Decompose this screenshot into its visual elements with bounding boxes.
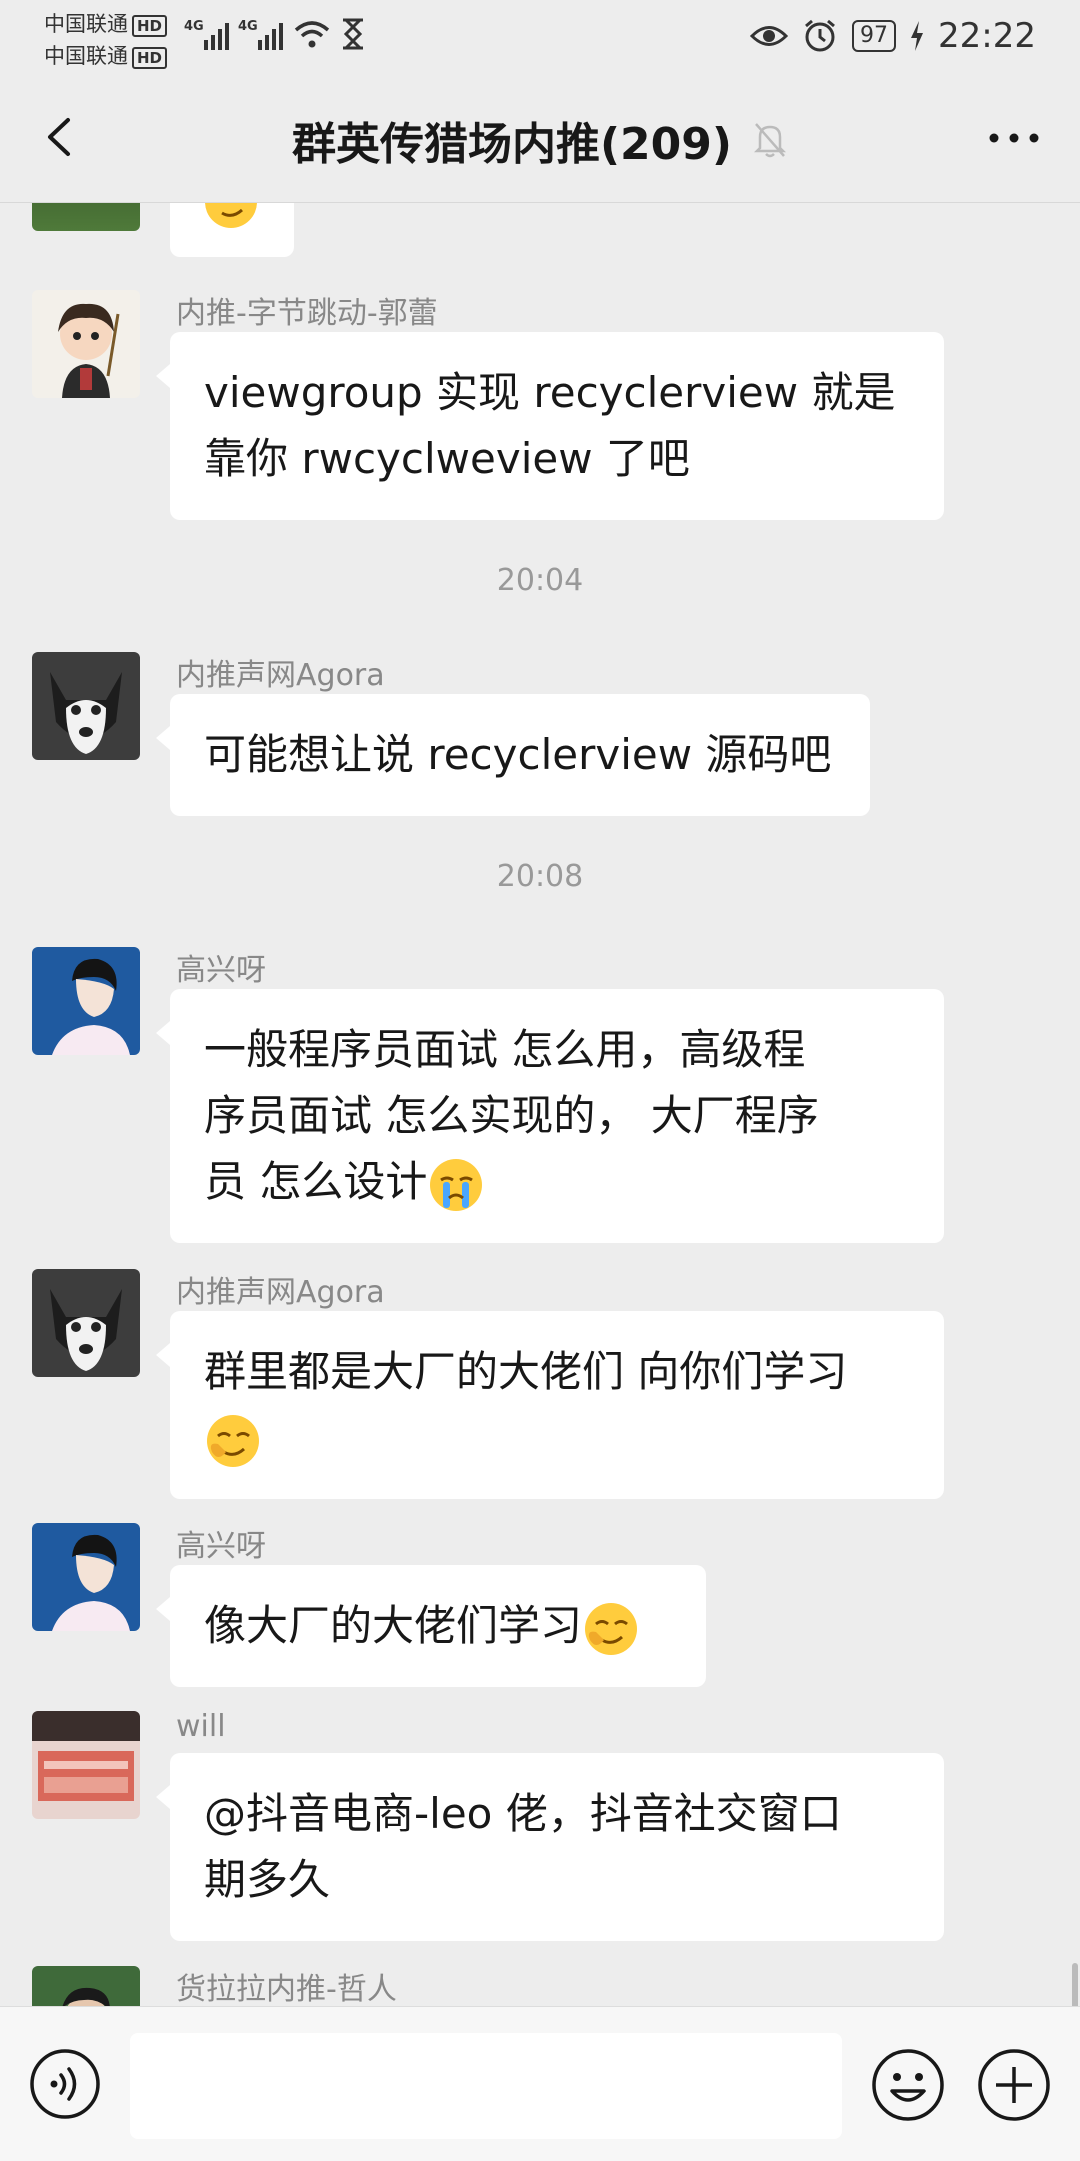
sender-name: 货拉拉内推-哲人 (176, 1972, 397, 2006)
avatar[interactable] (32, 947, 140, 1055)
message-bubble[interactable]: @抖音电商-leo 佬，抖音社交窗口 期多久 (156, 1753, 944, 1941)
chat-title: 群英传猎场内推(209) (291, 119, 733, 170)
smirk-emoji (207, 1414, 259, 1467)
carrier-1: 中国联通 HD (44, 8, 168, 38)
message-list[interactable]: 内推-字节跳动-郭蕾 viewgroup 实现 recyclerview 就是 … (0, 203, 1080, 2006)
message-line: 期多久 (204, 1855, 331, 1904)
message-bubble[interactable]: 一般程序员面试 怎么用，高级程 序员面试 怎么实现的， 大厂程序 员 怎么设计 (156, 989, 944, 1243)
avatar-image (32, 1269, 140, 1377)
hd-badge-2: HD (132, 47, 168, 69)
title-area: 群英传猎场内推(209) (0, 108, 1080, 172)
plus-icon[interactable] (976, 2047, 1052, 2123)
message-line: 可能想让说 recyclerview 源码吧 (204, 730, 832, 779)
avatar[interactable] (32, 203, 140, 231)
message-line: 员 怎么设计 (204, 1157, 428, 1206)
avatar[interactable] (32, 290, 140, 398)
avatar[interactable] (32, 1523, 140, 1631)
input-bar (0, 2006, 1080, 2161)
message-line: 一般程序员面试 怎么用，高级程 (204, 1025, 806, 1074)
message-line: 群里都是大厂的大佬们 向你们学习 (204, 1347, 848, 1396)
avatar-image (32, 290, 140, 398)
sender-name: 内推-字节跳动-郭蕾 (176, 296, 438, 331)
battery-level: 97 (852, 20, 897, 52)
message-line: 像大厂的大佬们学习 (204, 1601, 583, 1650)
avatar[interactable] (32, 652, 140, 760)
hd-badge: HD (132, 15, 168, 37)
message-input[interactable] (130, 2033, 842, 2139)
wifi-icon (294, 21, 330, 48)
sender-name: will (176, 1709, 226, 1744)
charging-icon (911, 21, 924, 51)
message-line: viewgroup 实现 recyclerview 就是 (204, 368, 896, 417)
status-right: 97 22:22 (750, 14, 1036, 58)
message-line: 靠你 rwcyclweview 了吧 (204, 434, 690, 483)
message-bubble[interactable]: 可能想让说 recyclerview 源码吧 (156, 694, 870, 816)
voice-icon[interactable] (28, 2047, 102, 2121)
message-bubble[interactable] (170, 203, 294, 257)
avatar-image (32, 652, 140, 760)
sender-name: 内推声网Agora (176, 658, 385, 693)
avatar-image (32, 1966, 140, 2006)
svg-text:4G: 4G (238, 19, 258, 34)
alarm-icon (805, 19, 835, 52)
message-bubble[interactable]: 像大厂的大佬们学习 (156, 1565, 706, 1687)
avatar-image (32, 1523, 140, 1631)
sender-name: 高兴呀 (176, 953, 266, 988)
avatar[interactable] (32, 1711, 140, 1819)
status-bar: 中国联通 HD 中国联通 HD 4G 4G 97 22:22 (0, 0, 1080, 72)
scrollbar-thumb[interactable] (1072, 1963, 1078, 2006)
mute-bell-icon (754, 123, 787, 158)
timestamp: 20:04 (496, 563, 584, 598)
more-icon[interactable] (984, 118, 1044, 158)
clock: 22:22 (938, 16, 1036, 56)
signal-group: 4G 4G (184, 14, 366, 54)
signal-icon-2: 4G (238, 19, 283, 50)
chat-header: 群英传猎场内推(209) (0, 72, 1080, 203)
eye-icon (750, 26, 789, 46)
signal-icon: 4G (184, 19, 229, 50)
message-bubble[interactable]: viewgroup 实现 recyclerview 就是 靠你 rwcyclwe… (156, 332, 944, 520)
message-line: 序员面试 怎么实现的， 大厂程序 (204, 1091, 819, 1140)
message-bubble[interactable]: 群里都是大厂的大佬们 向你们学习 (156, 1311, 944, 1499)
avatar-image (32, 1711, 140, 1819)
message-line: @抖音电商-leo 佬，抖音社交窗口 (204, 1789, 842, 1838)
smirk-emoji (585, 1602, 638, 1655)
avatar-image (32, 947, 140, 1055)
hourglass-icon (343, 18, 363, 50)
cry-emoji (430, 1158, 483, 1211)
avatar[interactable] (32, 1966, 140, 2006)
avatar[interactable] (32, 1269, 140, 1377)
timestamp: 20:08 (496, 859, 584, 894)
emoji-icon[interactable] (870, 2047, 946, 2123)
svg-text:4G: 4G (184, 19, 204, 34)
carrier-2: 中国联通 HD (44, 40, 168, 70)
carrier-1-label: 中国联通 (44, 12, 128, 36)
carrier-2-label: 中国联通 (44, 44, 128, 68)
sender-name: 高兴呀 (176, 1529, 266, 1564)
sender-name: 内推声网Agora (176, 1275, 385, 1310)
smirk-emoji (205, 203, 257, 228)
